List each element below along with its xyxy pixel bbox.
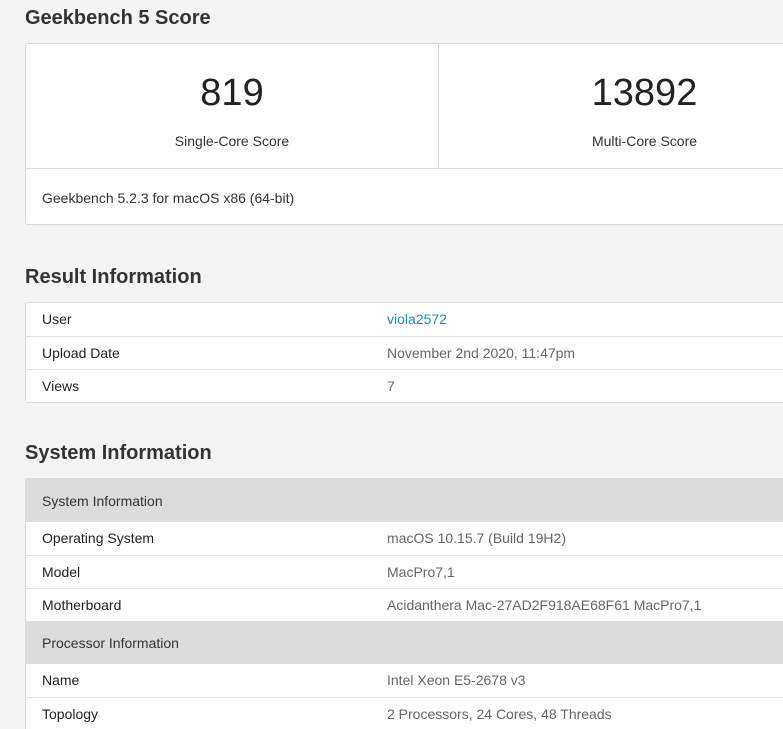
upload-date-value: November 2nd 2020, 11:47pm <box>387 345 576 361</box>
motherboard-key: Motherboard <box>42 597 122 613</box>
upload-date-key: Upload Date <box>42 345 120 361</box>
table-row: Name Intel Xeon E5-2678 v3 <box>26 664 783 697</box>
table-row: Upload Date November 2nd 2020, 11:47pm <box>26 336 783 369</box>
score-card: 819 Single-Core Score 13892 Multi-Core S… <box>25 43 783 225</box>
score-section-title: Geekbench 5 Score <box>25 7 211 29</box>
views-value: 7 <box>387 378 395 394</box>
motherboard-value: Acidanthera Mac-27AD2F918AE68F61 MacPro7… <box>387 597 702 613</box>
table-row: Operating System macOS 10.15.7 (Build 19… <box>26 522 783 555</box>
multi-core-score-label: Multi-Core Score <box>591 133 698 149</box>
table-row: Motherboard Acidanthera Mac-27AD2F918AE6… <box>26 588 783 621</box>
single-core-score-value: 819 <box>200 72 264 114</box>
topology-key: Topology <box>42 706 99 722</box>
table-row: Model MacPro7,1 <box>26 555 783 588</box>
geekbench-result-page: Geekbench 5 Score 819 Single-Core Score … <box>0 0 783 729</box>
table-row: Views 7 <box>26 369 783 402</box>
system-info-group-header: System Information <box>26 479 783 522</box>
table-row: User viola2572 <box>26 303 783 336</box>
operating-system-key: Operating System <box>42 530 155 546</box>
system-section-title: System Information <box>25 442 212 464</box>
score-row: 819 Single-Core Score 13892 Multi-Core S… <box>26 44 783 169</box>
views-key: Views <box>42 378 80 394</box>
processor-info-group-header: Processor Information <box>26 621 783 664</box>
processor-name-value: Intel Xeon E5-2678 v3 <box>387 672 526 688</box>
single-core-score-label: Single-Core Score <box>174 133 290 149</box>
multi-core-score-value: 13892 <box>591 72 698 114</box>
multi-core-cell: 13892 Multi-Core Score <box>438 44 783 168</box>
result-section-title: Result Information <box>25 266 202 288</box>
geekbench-version: Geekbench 5.2.3 for macOS x86 (64-bit) <box>42 190 295 206</box>
system-info-table: System Information Operating System macO… <box>25 478 783 729</box>
processor-name-key: Name <box>42 672 80 688</box>
single-core-cell: 819 Single-Core Score <box>26 44 438 168</box>
table-row: Topology 2 Processors, 24 Cores, 48 Thre… <box>26 697 783 729</box>
user-link[interactable]: viola2572 <box>387 303 447 336</box>
model-key: Model <box>42 564 81 580</box>
topology-value: 2 Processors, 24 Cores, 48 Threads <box>387 706 612 722</box>
user-key: User <box>42 311 72 327</box>
operating-system-value: macOS 10.15.7 (Build 19H2) <box>387 530 566 546</box>
model-value: MacPro7,1 <box>387 564 455 580</box>
result-info-table: User viola2572 Upload Date November 2nd … <box>25 302 783 403</box>
